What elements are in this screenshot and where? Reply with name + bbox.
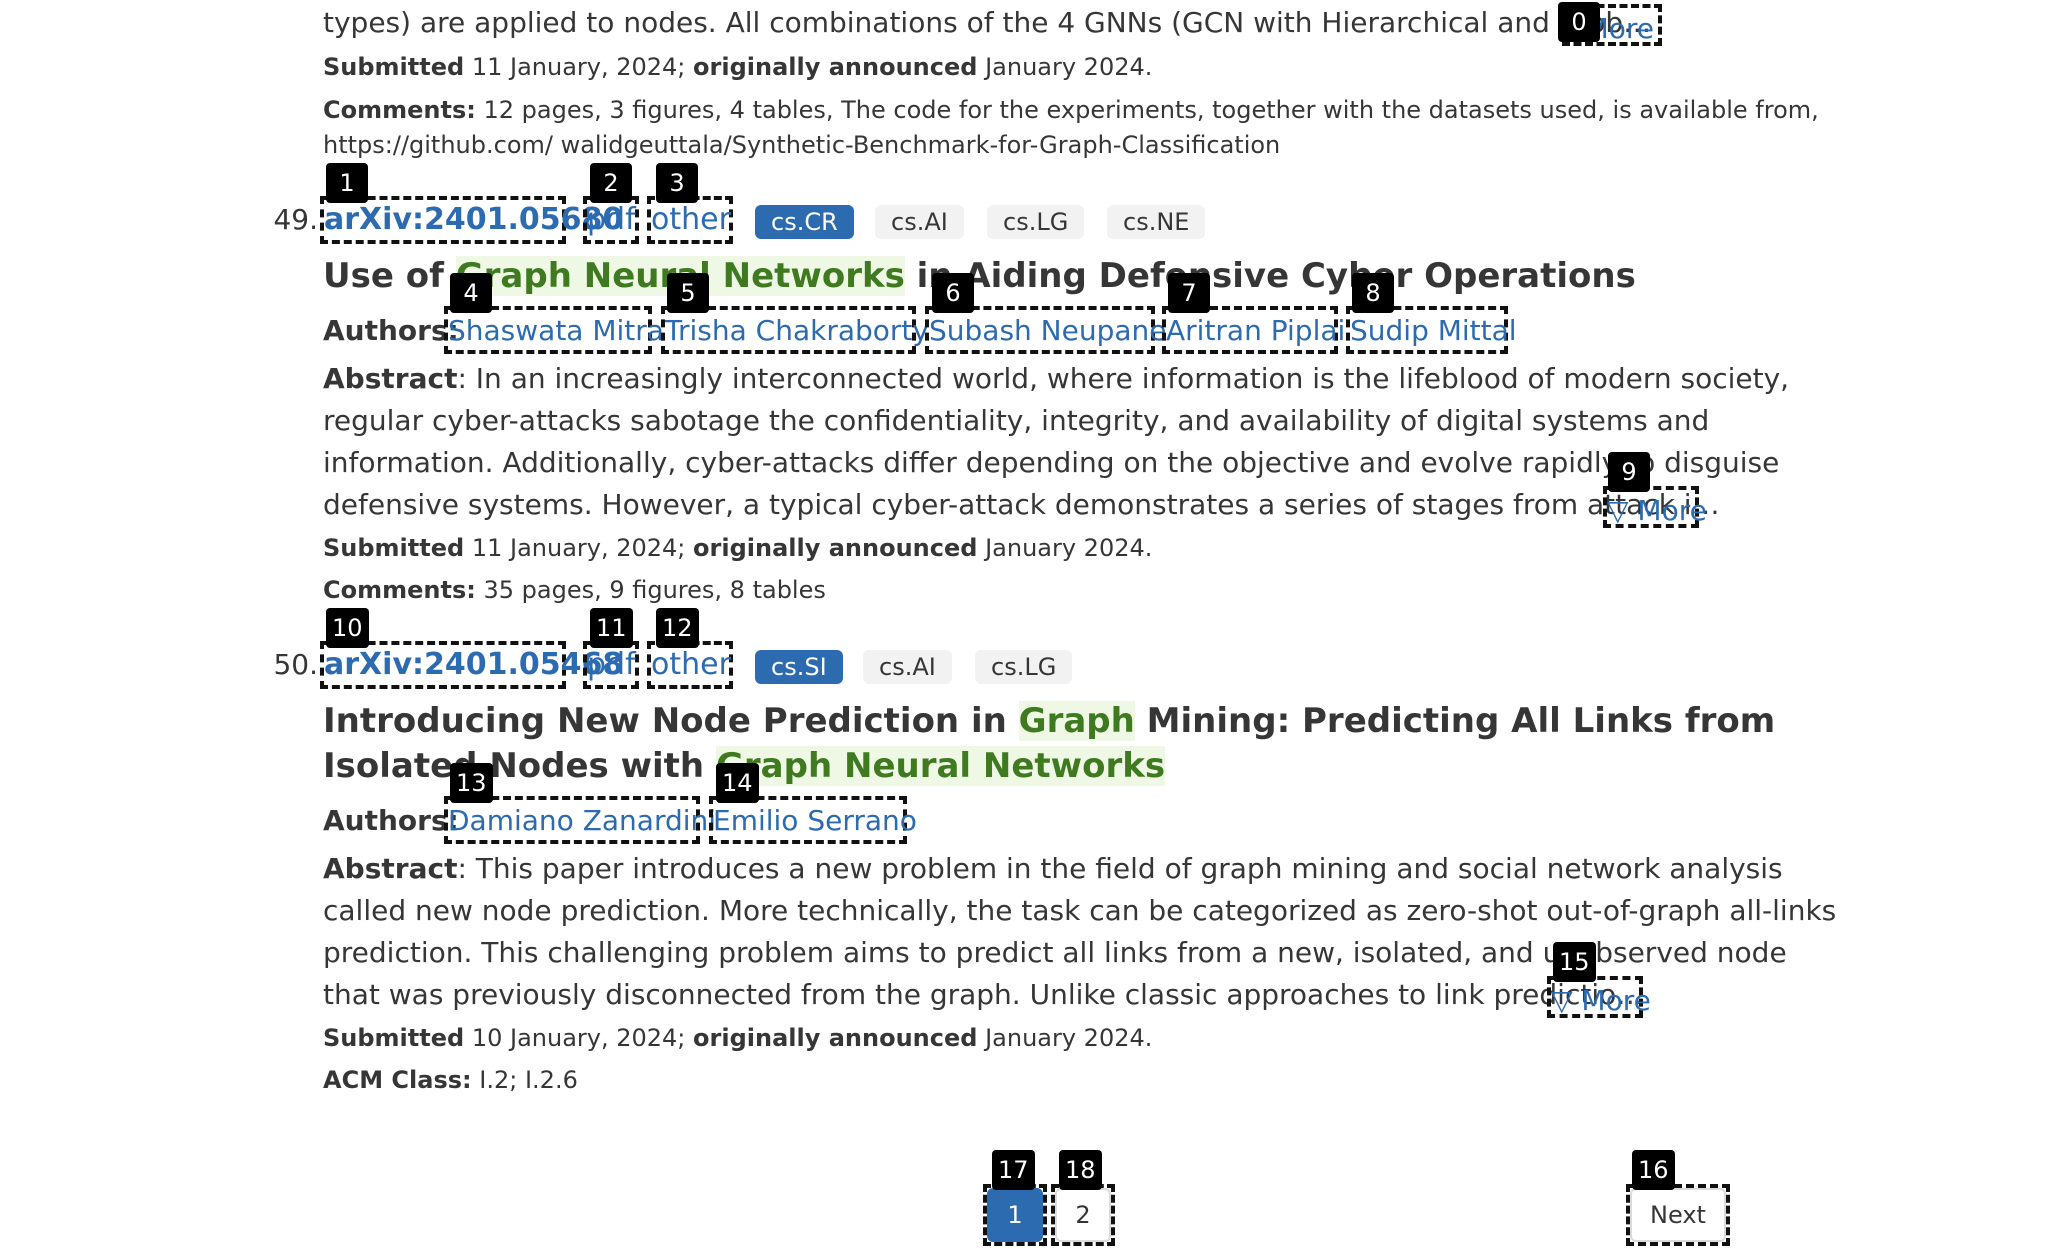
comments-line: Comments: 35 pages, 9 figures, 8 tables	[323, 573, 826, 607]
author-link[interactable]: Subash Neupane	[925, 306, 1167, 354]
more-toggle-link[interactable]: ▽ More	[1603, 486, 1707, 528]
badge-16: 16	[1632, 1150, 1675, 1190]
acm-class-label: ACM Class:	[323, 1066, 472, 1094]
title-highlight: Graph	[1018, 701, 1135, 741]
announced-label: originally announced	[693, 534, 978, 562]
badge-7: 7	[1168, 273, 1210, 313]
category-tag: cs.AI	[875, 205, 964, 239]
authors-label: Authors:	[323, 804, 459, 837]
abstract-line: Abstract: In an increasingly interconnec…	[323, 358, 1789, 400]
acm-class-line: ACM Class: I.2; I.2.6	[323, 1063, 578, 1097]
badge-6: 6	[932, 273, 974, 313]
category-tag-primary: cs.CR	[755, 205, 854, 239]
badge-17: 17	[992, 1150, 1035, 1190]
announced-date: January 2024.	[977, 1024, 1153, 1052]
result-number: 50.	[273, 648, 318, 681]
pdf-link[interactable]: pdf	[583, 641, 639, 689]
title-text: Isolated Nodes with	[323, 746, 716, 786]
badge-12: 12	[656, 608, 699, 648]
author-link[interactable]: Trisha Chakraborty	[661, 306, 929, 354]
category-tag-primary: cs.SI	[755, 650, 843, 684]
arxiv-id-link[interactable]: arXiv:2401.05468	[320, 641, 623, 689]
author-link[interactable]: Damiano Zanardini	[444, 796, 716, 844]
prev-comments-line1: Comments: 12 pages, 3 figures, 4 tables,…	[323, 93, 1819, 127]
pagination-next-outline	[1626, 1184, 1730, 1246]
abstract-line: that was previously disconnected from th…	[323, 978, 1645, 1011]
submitted-line: Submitted 10 January, 2024; originally a…	[323, 1021, 1152, 1055]
category-tag: cs.NE	[1107, 205, 1206, 239]
pagination-page-1-outline	[983, 1184, 1047, 1246]
abstract-text: : In an increasingly interconnected worl…	[457, 362, 1790, 395]
submitted-label: Submitted	[323, 534, 465, 562]
announced-label: originally announced	[693, 1024, 978, 1052]
more-toggle-link[interactable]: ▽ More	[1547, 976, 1651, 1018]
badge-0: 0	[1558, 2, 1600, 42]
badge-14: 14	[716, 763, 759, 803]
abstract-label: Abstract	[323, 362, 458, 395]
badge-13: 13	[450, 763, 493, 803]
prev-comments-text: 12 pages, 3 figures, 4 tables, The code …	[475, 96, 1819, 124]
abstract-line: Abstract: This paper introduces a new pr…	[323, 848, 1783, 890]
badge-4: 4	[450, 273, 492, 313]
result-title: Introducing New Node Prediction in Graph…	[323, 698, 1775, 744]
authors-label: Authors:	[323, 314, 459, 347]
other-formats-link[interactable]: other	[647, 641, 733, 689]
badge-11: 11	[590, 608, 633, 648]
badge-18: 18	[1059, 1150, 1102, 1190]
badge-9: 9	[1608, 452, 1650, 492]
badge-1: 1	[326, 163, 368, 203]
title-text: in Aiding Defensive Cyber Operations	[904, 256, 1636, 296]
badge-10: 10	[326, 608, 369, 648]
author-link[interactable]: Shaswata Mitra	[444, 306, 664, 354]
search-results-page: types) are applied to nodes. All combina…	[0, 0, 2048, 1258]
abstract-text: : This paper introduces a new problem in…	[457, 852, 1783, 885]
result-number: 49.	[273, 203, 318, 236]
badge-3: 3	[656, 163, 698, 203]
comments-label: Comments:	[323, 576, 476, 604]
category-tag: cs.LG	[987, 205, 1085, 239]
submitted-date: 11 January, 2024;	[464, 534, 694, 562]
badge-15: 15	[1553, 942, 1596, 982]
pagination-page-2-outline	[1051, 1184, 1115, 1246]
prev-submitted-label: Submitted	[323, 53, 465, 81]
pdf-link[interactable]: pdf	[583, 196, 639, 244]
submitted-date: 10 January, 2024;	[464, 1024, 694, 1052]
arxiv-id-link[interactable]: arXiv:2401.05680	[320, 196, 623, 244]
prev-announced-label: originally announced	[693, 53, 978, 81]
abstract-label: Abstract	[323, 852, 458, 885]
abstract-line: regular cyber-attacks sabotage the confi…	[323, 404, 1710, 437]
title-highlight: Graph Neural Networks	[715, 746, 1166, 786]
title-text: Mining: Predicting All Links from	[1134, 701, 1776, 741]
author-link[interactable]: Aritran Piplai	[1162, 306, 1345, 354]
prev-abstract-tail: types) are applied to nodes. All combina…	[323, 2, 1651, 44]
badge-2: 2	[590, 163, 632, 203]
author-link[interactable]: Emilio Serrano	[709, 796, 917, 844]
title-text: Introducing New Node Prediction in	[323, 701, 1019, 741]
prev-abstract-text: types) are applied to nodes. All combina…	[323, 6, 1652, 39]
submitted-line: Submitted 11 January, 2024; originally a…	[323, 531, 1152, 565]
badge-8: 8	[1352, 273, 1394, 313]
prev-announced-date: January 2024.	[977, 53, 1153, 81]
title-text: Use of	[323, 256, 456, 296]
abstract-line: called new node prediction. More technic…	[323, 894, 1837, 927]
category-tag: cs.AI	[863, 650, 952, 684]
abstract-line: defensive systems. However, a typical cy…	[323, 488, 1720, 521]
category-tag: cs.LG	[975, 650, 1073, 684]
prev-comments-label: Comments:	[323, 96, 476, 124]
author-link[interactable]: Sudip Mittal	[1346, 306, 1517, 354]
acm-class-text: I.2; I.2.6	[471, 1066, 578, 1094]
comments-text: 35 pages, 9 figures, 8 tables	[475, 576, 826, 604]
result-title: Use of Graph Neural Networks in Aiding D…	[323, 253, 1636, 299]
submitted-label: Submitted	[323, 1024, 465, 1052]
other-formats-link[interactable]: other	[647, 196, 733, 244]
badge-5: 5	[667, 273, 709, 313]
abstract-line: information. Additionally, cyber-attacks…	[323, 446, 1780, 479]
prev-submitted-date: 11 January, 2024;	[464, 53, 694, 81]
announced-date: January 2024.	[977, 534, 1153, 562]
prev-comments-line2: https://github.com/ walidgeuttala/Synthe…	[323, 128, 1280, 162]
prev-comments-url: https://github.com/ walidgeuttala/Synthe…	[323, 131, 1281, 159]
prev-submitted-line: Submitted 11 January, 2024; originally a…	[323, 50, 1152, 84]
